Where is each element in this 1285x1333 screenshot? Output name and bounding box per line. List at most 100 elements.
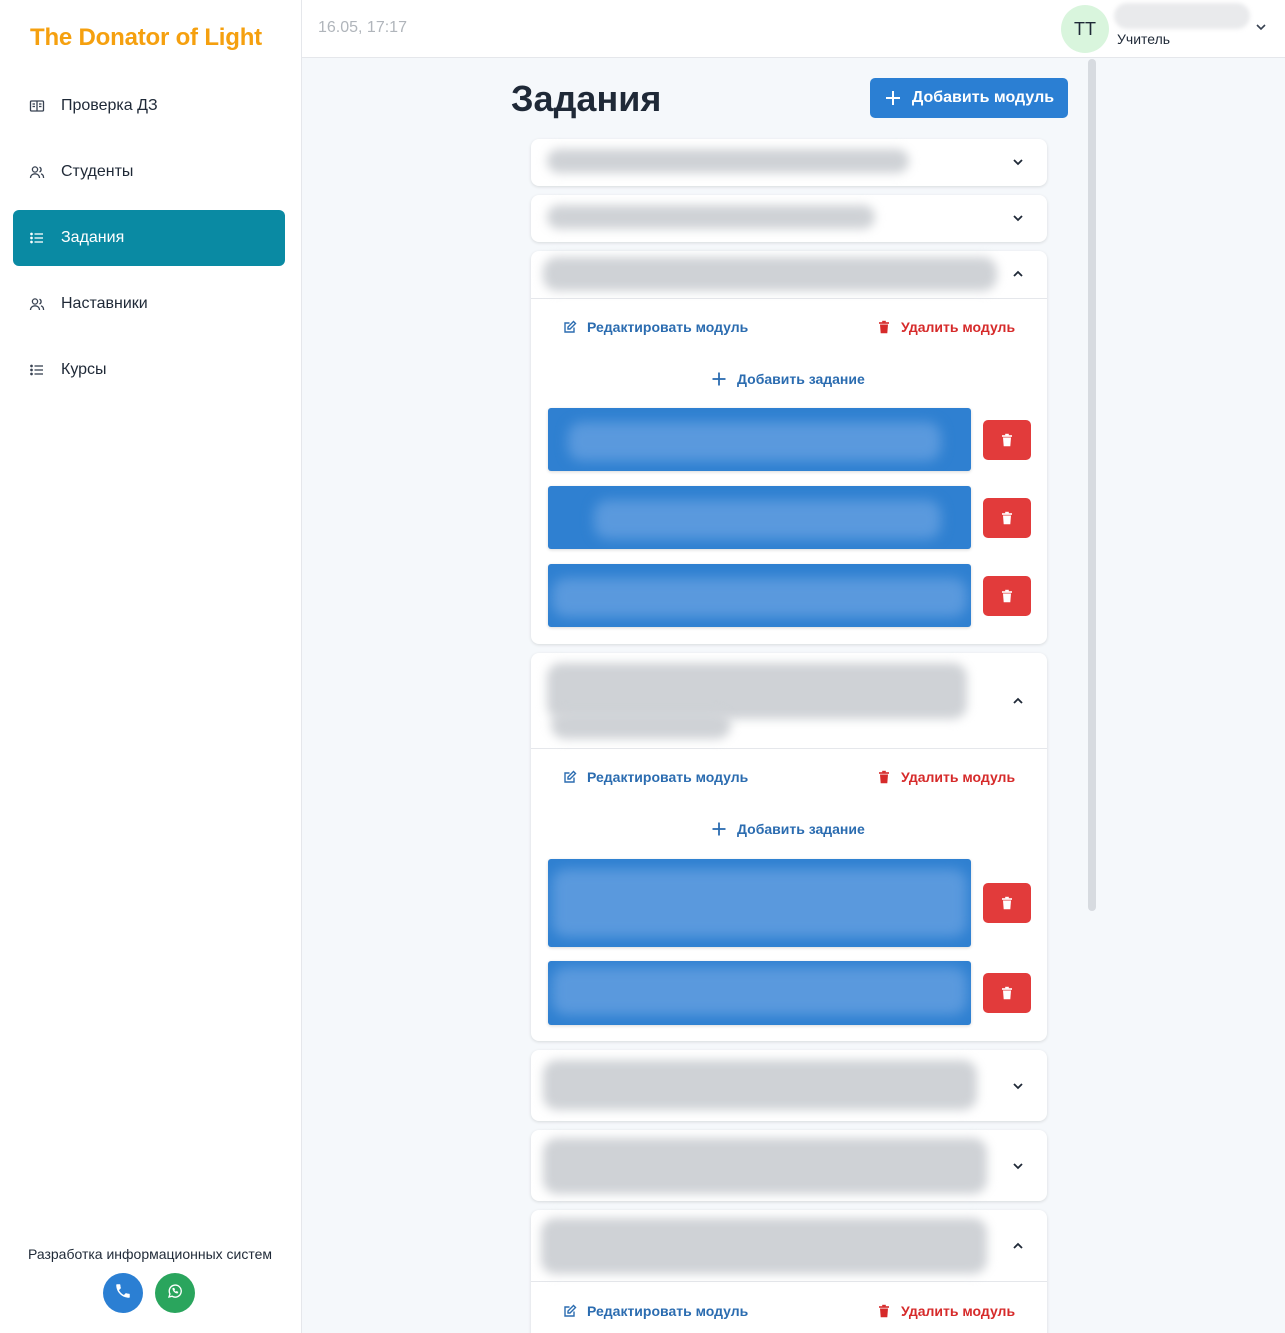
chevron-down-icon[interactable] (1011, 211, 1025, 225)
module-header[interactable] (531, 1050, 1047, 1121)
contact-buttons (103, 1273, 195, 1313)
add-task-label: Добавить задание (737, 821, 865, 837)
sidebar-item-homework-check[interactable]: Проверка ДЗ (13, 78, 285, 134)
sidebar-nav: Проверка ДЗ Студенты Задания Наставники … (13, 78, 285, 408)
edit-icon (564, 320, 577, 333)
edit-module-label: Редактировать модуль (587, 769, 749, 785)
module-header[interactable] (531, 139, 1047, 186)
chevron-up-icon[interactable] (1011, 267, 1025, 281)
task-item[interactable] (548, 859, 971, 947)
delete-module-label: Удалить модуль (901, 1303, 1016, 1319)
sidebar-item-label: Задания (61, 229, 125, 246)
chevron-down-icon[interactable] (1011, 1079, 1025, 1093)
delete-task-button[interactable] (983, 973, 1031, 1013)
delete-module-button[interactable]: Удалить модуль (877, 319, 1015, 335)
chevron-up-icon[interactable] (1011, 694, 1025, 708)
phone-icon (114, 1282, 132, 1305)
sidebar-item-courses[interactable]: Курсы (13, 342, 285, 398)
list-icon (29, 362, 45, 378)
edit-module-button[interactable]: Редактировать модуль (563, 319, 748, 335)
user-role: Учитель (1117, 31, 1171, 47)
add-task-button[interactable]: Добавить задание (711, 821, 865, 837)
task-item[interactable] (548, 408, 971, 471)
module-header[interactable] (531, 251, 1047, 299)
module-header[interactable] (531, 653, 1047, 749)
task-item[interactable] (548, 486, 971, 549)
task-item[interactable] (548, 564, 971, 627)
scrollbar[interactable] (1088, 59, 1096, 911)
module-title-redacted (543, 1060, 977, 1110)
task-item[interactable] (548, 961, 971, 1025)
phone-button[interactable] (103, 1273, 143, 1313)
sidebar: The Donator of Light Проверка ДЗ Студент… (0, 0, 302, 1333)
delete-module-button[interactable]: Удалить модуль (877, 1303, 1015, 1319)
sidebar-item-tasks[interactable]: Задания (13, 210, 285, 266)
sidebar-item-mentors[interactable]: Наставники (13, 276, 285, 332)
sidebar-footer-text: Разработка информационных систем (27, 1246, 273, 1262)
delete-module-label: Удалить модуль (901, 769, 1016, 785)
delete-module-label: Удалить модуль (901, 319, 1016, 335)
module-title-redacted (543, 1138, 987, 1194)
edit-module-button[interactable]: Редактировать модуль (563, 1303, 748, 1319)
top-header: 16.05, 17:17 TT Учитель (302, 0, 1285, 58)
sidebar-item-students[interactable]: Студенты (13, 144, 285, 200)
trash-icon (1002, 589, 1012, 603)
user-name-redacted (1114, 3, 1250, 29)
module-card: Редактировать модуль Удалить модуль (531, 1210, 1047, 1333)
sidebar-item-label: Курсы (61, 361, 107, 378)
whatsapp-button[interactable] (155, 1273, 195, 1313)
chevron-up-icon[interactable] (1011, 1239, 1025, 1253)
trash-icon (879, 320, 889, 334)
module-title-redacted (541, 1218, 987, 1274)
trash-icon (879, 1304, 889, 1318)
delete-module-button[interactable]: Удалить модуль (877, 769, 1015, 785)
module-title-redacted (547, 149, 909, 173)
task-title-redacted (594, 500, 941, 539)
trash-icon (1002, 896, 1012, 910)
book-icon (29, 98, 45, 114)
datetime-text: 16.05, 17:17 (318, 19, 407, 36)
delete-task-button[interactable] (983, 420, 1031, 460)
delete-task-button[interactable] (983, 883, 1031, 923)
avatar[interactable]: TT (1061, 5, 1109, 53)
page-title: Задания (511, 78, 662, 119)
module-card (531, 195, 1047, 242)
module-card: Редактировать модуль Удалить модуль Доба… (531, 653, 1047, 1041)
plus-icon (712, 822, 726, 836)
sidebar-item-label: Студенты (61, 163, 134, 180)
module-title-redacted (551, 711, 731, 739)
delete-task-button[interactable] (983, 576, 1031, 616)
edit-module-label: Редактировать модуль (587, 1303, 749, 1319)
module-title-redacted (543, 257, 997, 291)
add-module-label: Добавить модуль (911, 89, 1055, 106)
trash-icon (1002, 986, 1012, 1000)
plus-icon (712, 372, 726, 386)
task-title-redacted (552, 578, 967, 617)
edit-module-button[interactable]: Редактировать модуль (563, 769, 748, 785)
module-header[interactable] (531, 1210, 1047, 1282)
plus-icon (885, 91, 900, 105)
edit-module-label: Редактировать модуль (587, 319, 749, 335)
chevron-down-icon[interactable] (1011, 155, 1025, 169)
users-icon (29, 164, 45, 180)
module-header[interactable] (531, 1130, 1047, 1201)
delete-task-button[interactable] (983, 498, 1031, 538)
task-title-redacted (552, 967, 967, 1015)
module-header[interactable] (531, 195, 1047, 242)
users-icon (29, 296, 45, 312)
module-title-redacted (547, 205, 875, 229)
add-task-button[interactable]: Добавить задание (711, 371, 865, 387)
add-task-label: Добавить задание (737, 371, 865, 387)
chevron-down-icon[interactable] (1011, 1159, 1025, 1173)
whatsapp-icon (166, 1282, 184, 1305)
task-title-redacted (552, 869, 967, 937)
brand-logo[interactable]: The Donator of Light (30, 24, 262, 52)
chevron-down-icon[interactable] (1254, 20, 1268, 34)
module-card (531, 1050, 1047, 1121)
module-card (531, 139, 1047, 186)
edit-icon (564, 1304, 577, 1317)
sidebar-item-label: Проверка ДЗ (61, 97, 158, 114)
module-card: Редактировать модуль Удалить модуль Доба… (531, 251, 1047, 644)
sidebar-item-label: Наставники (61, 295, 148, 312)
add-module-button[interactable]: Добавить модуль (870, 78, 1068, 118)
